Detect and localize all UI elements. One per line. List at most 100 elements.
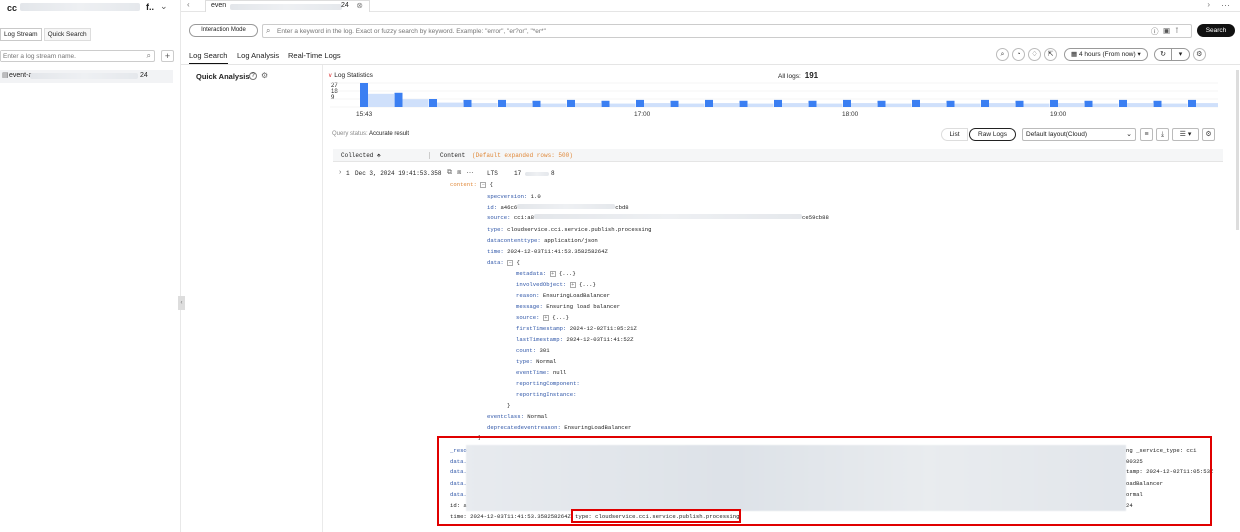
log-histogram[interactable] (330, 82, 1218, 110)
chevron-left-icon[interactable]: ‹ (187, 0, 190, 9)
more-icon[interactable]: ⋯ (1221, 0, 1230, 11)
histogram-bar[interactable] (498, 99, 506, 107)
histogram-bar[interactable] (567, 99, 575, 107)
add-button[interactable]: + (161, 50, 174, 62)
layout-select-value: Default layout(Cloud) (1026, 131, 1088, 138)
json-brace: { (516, 259, 520, 266)
log-stream-search-input[interactable] (1, 51, 141, 61)
histogram-bar[interactable] (394, 92, 403, 107)
settings-icon[interactable]: ⚙ (1192, 48, 1206, 61)
histogram-bar[interactable] (739, 100, 748, 107)
sidebar-item-log-stream[interactable]: ▤ event-a 24 (0, 70, 173, 83)
chevron-right-icon[interactable]: › (1207, 0, 1210, 9)
tab-real-time-logs[interactable]: Real-Time Logs (288, 51, 341, 60)
help-icon[interactable]: ? (249, 72, 257, 80)
scrollbar[interactable] (1236, 70, 1239, 230)
tab-log-stream[interactable]: Log Stream (0, 28, 42, 41)
close-icon[interactable]: ⊗ (356, 1, 363, 10)
histogram-bar[interactable] (1015, 100, 1024, 107)
histogram-bar[interactable] (1188, 99, 1196, 107)
context-icon[interactable]: ⧈ (457, 169, 461, 177)
log-statistics-toggle[interactable]: ∨ Log Statistics (328, 72, 373, 79)
histogram-bar[interactable] (912, 99, 920, 107)
histogram-bar[interactable] (774, 99, 782, 107)
histogram-bar[interactable] (636, 99, 644, 107)
refresh-control[interactable]: ↻ ▾ (1153, 48, 1190, 61)
tab-log-search[interactable]: Log Search (189, 51, 227, 60)
histogram-bar[interactable] (808, 100, 817, 107)
search-icon: ⌕ (266, 26, 271, 35)
copy-icon[interactable]: ⧉ (447, 169, 452, 177)
tab-label-suffix: 24 (341, 2, 349, 9)
tab-log-analysis[interactable]: Log Analysis (237, 51, 279, 60)
histogram-bar[interactable] (1119, 99, 1127, 107)
layout-select[interactable]: Default layout(Cloud) ⌄ (1022, 128, 1136, 141)
collapse-icon[interactable]: − (507, 259, 514, 266)
gear-icon[interactable]: ⚙ (261, 71, 268, 80)
json-key: datacontenttype: (487, 237, 541, 244)
raw-logs-view-button[interactable]: Raw Logs (969, 128, 1016, 141)
wrap-icon[interactable]: ≡ (1140, 128, 1153, 141)
query-input[interactable] (277, 26, 1127, 36)
save-query-icon[interactable]: ▣ (1163, 26, 1170, 35)
list-view-button[interactable]: List (941, 128, 968, 141)
expand-icon[interactable]: + (569, 281, 576, 288)
histogram-bar[interactable] (981, 99, 989, 107)
expand-row-icon[interactable]: › (339, 169, 341, 176)
json-key: involvedObject: (516, 281, 567, 288)
pin-icon[interactable]: ⊺ (1175, 26, 1179, 35)
json-key: metadata: (516, 270, 547, 277)
expand-icon[interactable]: + (549, 270, 556, 277)
histogram-bar[interactable] (946, 100, 955, 107)
divider (181, 64, 1240, 65)
json-line: firstTimestamp: 2024-12-02T11:05:21Z (516, 325, 637, 332)
share-icon[interactable]: ⇱ (1044, 48, 1057, 61)
column-collected[interactable]: Collected ⬘ (341, 152, 381, 159)
histogram-background-bar (1092, 103, 1119, 107)
json-line: eventTime: null (516, 369, 566, 376)
json-line: source: + {...} (516, 314, 569, 321)
histogram-bar[interactable] (670, 100, 679, 107)
help-icon[interactable]: ⓘ (1151, 26, 1159, 37)
tab-log-stream-page[interactable]: even 24 ⊗ (205, 0, 370, 12)
json-line: } (507, 402, 510, 409)
histogram-bar[interactable] (843, 99, 851, 107)
expanded-rows-note: (Default expanded rows: 500) (472, 152, 573, 159)
settings-icon[interactable]: ⚙ (1202, 128, 1215, 141)
collapse-sidebar-handle[interactable]: ‹ (178, 296, 185, 310)
histogram-bar[interactable] (360, 83, 368, 107)
history-icon[interactable]: ◔ (1012, 48, 1025, 61)
histogram-bar[interactable] (601, 100, 610, 107)
json-line: count: 301 (516, 347, 550, 354)
chevron-down-icon[interactable]: ⌄ (160, 1, 168, 12)
column-content: Content (440, 152, 466, 159)
search-icon[interactable]: ⌕ (147, 51, 151, 61)
histogram-bar[interactable] (532, 100, 541, 107)
histogram-background-bar (1058, 103, 1084, 107)
refresh-icon[interactable]: ↻ (1155, 49, 1173, 60)
histogram-bar[interactable] (463, 99, 472, 107)
histogram-bar[interactable] (705, 99, 713, 107)
time-range-button[interactable]: ▦ 4 hours (From now) ▾ (1064, 48, 1148, 61)
histogram-background-bar (540, 103, 567, 107)
chevron-down-icon[interactable]: ▾ (1172, 49, 1189, 60)
expand-icon[interactable]: + (542, 314, 549, 321)
tab-quick-search[interactable]: Quick Search (43, 28, 91, 41)
redacted-stream-name (30, 73, 138, 79)
histogram-bar[interactable] (1153, 100, 1162, 107)
histogram-bar[interactable] (429, 99, 437, 107)
search-icon[interactable]: ⌕ (996, 48, 1009, 61)
json-value-suffix: ce59cb88 (802, 214, 829, 221)
columns-button[interactable]: ☰ ▾ (1172, 128, 1199, 141)
download-icon[interactable]: ⤓ (1156, 128, 1169, 141)
interaction-mode-button[interactable]: Interaction Mode (189, 24, 258, 37)
more-icon[interactable]: ⋯ (466, 169, 473, 177)
json-line: reportingInstance: (516, 391, 576, 398)
histogram-bar[interactable] (1084, 100, 1093, 107)
alarm-icon[interactable]: ♢ (1028, 48, 1041, 61)
histogram-background-bar (885, 103, 912, 107)
histogram-bar[interactable] (877, 100, 886, 107)
histogram-bar[interactable] (1050, 99, 1058, 107)
search-button[interactable]: Search (1197, 24, 1235, 37)
collapse-icon[interactable]: − (480, 181, 487, 188)
